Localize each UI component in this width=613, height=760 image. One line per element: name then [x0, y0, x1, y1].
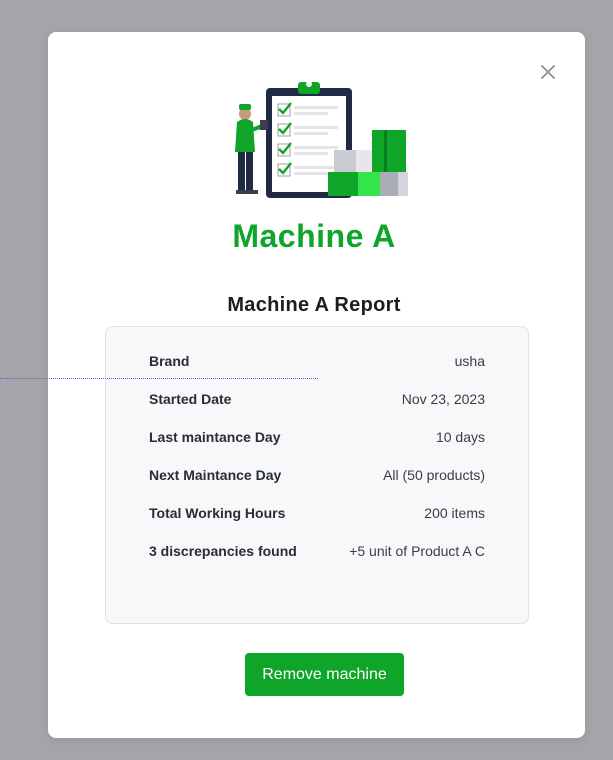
detail-row-started-date: Started Date Nov 23, 2023 — [149, 389, 485, 409]
detail-value: 200 items — [424, 505, 485, 521]
remove-machine-button[interactable]: Remove machine — [245, 653, 404, 696]
detail-value: Nov 23, 2023 — [401, 391, 485, 407]
detail-row-working-hours: Total Working Hours 200 items — [149, 503, 485, 523]
detail-label: Total Working Hours — [149, 505, 286, 521]
detail-row-last-maintenance: Last maintance Day 10 days — [149, 427, 485, 447]
detail-label: Started Date — [149, 391, 232, 407]
detail-value: +5 unit of Product A C — [349, 543, 485, 559]
details-card: Brand usha Started Date Nov 23, 2023 Las… — [105, 326, 529, 624]
close-button[interactable] — [537, 61, 559, 83]
close-icon — [541, 65, 555, 79]
detail-label: 3 discrepancies found — [149, 543, 297, 559]
machine-title: Machine A — [232, 218, 396, 254]
detail-label: Brand — [149, 353, 190, 369]
detail-label: Next Maintance Day — [149, 467, 282, 483]
report-title: Machine A Report — [227, 294, 401, 316]
checklist-illustration — [235, 81, 408, 198]
detail-row-brand: Brand usha — [149, 351, 485, 371]
detail-row-discrepancies: 3 discrepancies found +5 unit of Product… — [149, 541, 485, 561]
detail-value: 10 days — [435, 429, 485, 445]
machine-modal: Machine A Machine A Report Brand usha St… — [48, 32, 585, 738]
detail-value: All (50 products) — [383, 467, 485, 483]
detail-row-next-maintenance: Next Maintance Day All (50 products) — [149, 465, 485, 485]
dotted-guide-line — [0, 378, 318, 379]
detail-label: Last maintance Day — [149, 429, 281, 445]
detail-value: usha — [454, 353, 485, 369]
